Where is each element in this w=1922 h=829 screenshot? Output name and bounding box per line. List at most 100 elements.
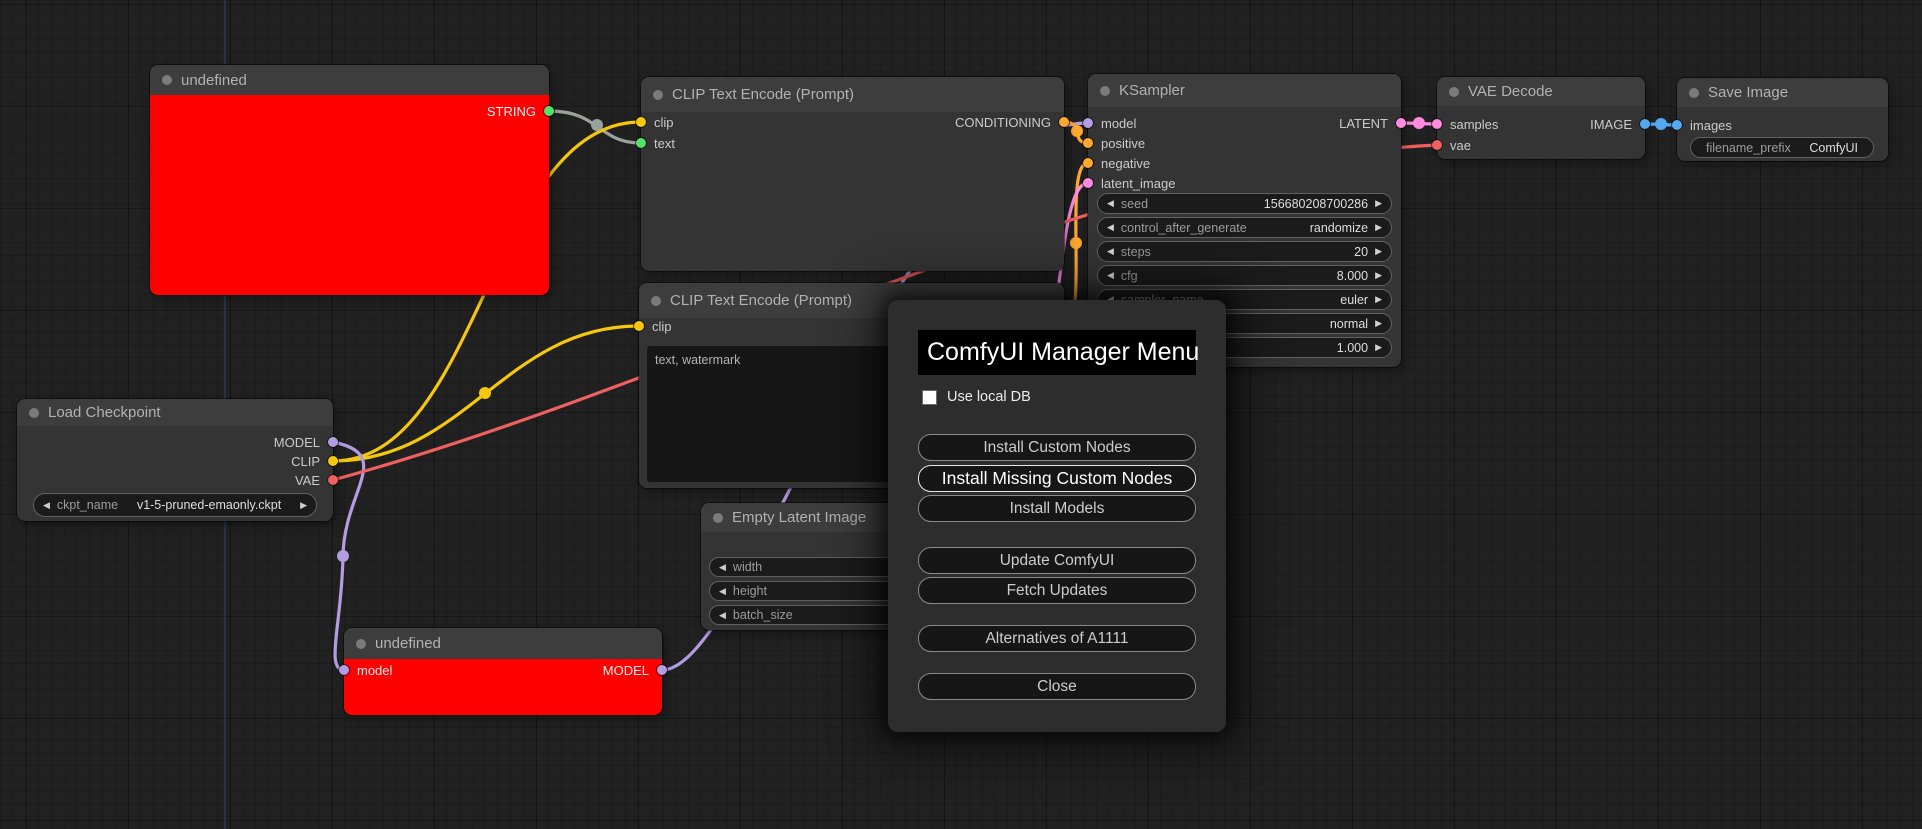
node-title: undefined [181, 71, 247, 89]
port-dot[interactable] [634, 321, 644, 331]
widget-steps[interactable]: ◀ steps 20 ▶ [1097, 241, 1392, 262]
port-dot[interactable] [544, 106, 554, 116]
port-dot[interactable] [328, 437, 338, 447]
port-dot[interactable] [1083, 118, 1093, 128]
input-port-text[interactable]: text [636, 135, 675, 151]
node-title: Empty Latent Image [732, 509, 867, 526]
port-dot[interactable] [1432, 140, 1442, 150]
stepper-right-icon[interactable]: ▶ [1375, 198, 1382, 209]
node-collapse-dot[interactable] [653, 89, 663, 100]
port-dot[interactable] [1083, 158, 1093, 168]
widget-ckpt-name[interactable]: ◀ ckpt_name v1-5-pruned-emaonly.ckpt ▶ [33, 493, 317, 517]
stepper-right-icon[interactable]: ▶ [1375, 318, 1382, 329]
port-dot[interactable] [339, 665, 349, 675]
input-port-images[interactable]: images [1672, 117, 1732, 133]
node-collapse-dot[interactable] [713, 512, 723, 523]
node-collapse-dot[interactable] [162, 75, 172, 85]
port-dot[interactable] [636, 117, 646, 127]
stepper-right-icon[interactable]: ▶ [1375, 294, 1382, 305]
node-collapse-dot[interactable] [29, 407, 39, 418]
node-collapse-dot[interactable] [1449, 86, 1459, 97]
input-port-positive[interactable]: positive [1083, 135, 1145, 151]
stepper-left-icon[interactable]: ◀ [1107, 246, 1114, 257]
output-port-model[interactable]: MODEL [603, 662, 667, 678]
stepper-left-icon[interactable]: ◀ [1107, 222, 1114, 233]
link-midpoint-dot[interactable] [1070, 237, 1082, 249]
stepper-right-icon[interactable]: ▶ [1375, 342, 1382, 353]
input-port-model[interactable]: model [1083, 115, 1136, 131]
button-install-models[interactable]: Install Models [918, 495, 1196, 522]
port-dot[interactable] [328, 456, 338, 466]
stepper-left-icon[interactable]: ◀ [719, 562, 726, 573]
widget-filename-prefix[interactable]: filename_prefix ComfyUI [1690, 137, 1874, 158]
node-undefined-top[interactable]: undefined STRING [150, 65, 554, 295]
port-dot[interactable] [1672, 120, 1682, 130]
input-port-clip[interactable]: clip [634, 318, 672, 334]
port-dot[interactable] [657, 665, 667, 675]
link-midpoint-dot[interactable] [337, 550, 349, 562]
node-undefined-bottom[interactable]: undefined model MODEL [339, 628, 667, 715]
dialog-title: ComfyUI Manager Menu [918, 330, 1199, 375]
port-dot[interactable] [1640, 119, 1650, 129]
widget-cfg[interactable]: ◀ cfg 8.000 ▶ [1097, 265, 1392, 286]
link-midpoint-dot[interactable] [1655, 118, 1667, 130]
node-title: VAE Decode [1468, 83, 1553, 100]
node-clip-text-encode-1[interactable]: CLIP Text Encode (Prompt) clip text COND… [636, 77, 1069, 271]
node-title: CLIP Text Encode (Prompt) [672, 86, 855, 103]
node-collapse-dot[interactable] [1100, 85, 1110, 96]
node-collapse-dot[interactable] [1689, 87, 1699, 98]
port-dot[interactable] [1059, 117, 1069, 127]
stepper-left-icon[interactable]: ◀ [719, 610, 726, 621]
node-title: CLIP Text Encode (Prompt) [670, 292, 853, 309]
port-dot[interactable] [1083, 178, 1093, 188]
link-midpoint-dot[interactable] [1071, 125, 1083, 137]
input-port-model[interactable]: model [339, 662, 392, 678]
node-collapse-dot[interactable] [356, 638, 366, 649]
output-port-model[interactable]: MODEL [274, 434, 338, 450]
button-close[interactable]: Close [918, 673, 1196, 700]
node-vae-decode[interactable]: VAE Decode samples vae IMAGE [1432, 77, 1650, 159]
link-midpoint-dot[interactable] [591, 119, 603, 131]
button-install-missing-custom-nodes[interactable]: Install Missing Custom Nodes [918, 465, 1196, 492]
use-local-db-row[interactable]: Use local DB [922, 389, 1031, 405]
input-port-latent-image[interactable]: latent_image [1083, 175, 1175, 191]
stepper-left-icon[interactable]: ◀ [43, 500, 50, 511]
output-port-string[interactable]: STRING [487, 103, 554, 119]
use-local-db-label: Use local DB [947, 389, 1031, 405]
button-alternatives-a1111[interactable]: Alternatives of A1111 [918, 625, 1196, 652]
input-port-clip[interactable]: clip [636, 114, 674, 130]
link-midpoint-dot[interactable] [479, 387, 491, 399]
node-collapse-dot[interactable] [651, 295, 661, 306]
port-dot[interactable] [1396, 118, 1406, 128]
use-local-db-checkbox[interactable] [922, 389, 937, 405]
input-port-samples[interactable]: samples [1432, 116, 1498, 132]
stepper-right-icon[interactable]: ▶ [1375, 222, 1382, 233]
port-dot[interactable] [1432, 119, 1442, 129]
port-dot[interactable] [1083, 138, 1093, 148]
output-port-image[interactable]: IMAGE [1590, 116, 1650, 132]
port-dot[interactable] [636, 138, 646, 148]
node-save-image[interactable]: Save Image images filename_prefix ComfyU… [1672, 78, 1888, 161]
stepper-left-icon[interactable]: ◀ [719, 586, 726, 597]
output-port-latent[interactable]: LATENT [1339, 115, 1406, 131]
stepper-left-icon[interactable]: ◀ [1107, 198, 1114, 209]
output-port-conditioning[interactable]: CONDITIONING [955, 114, 1069, 130]
button-install-custom-nodes[interactable]: Install Custom Nodes [918, 434, 1196, 461]
input-port-vae[interactable]: vae [1432, 137, 1471, 153]
button-fetch-updates[interactable]: Fetch Updates [918, 577, 1196, 604]
node-title: undefined [375, 635, 441, 652]
widget-seed[interactable]: ◀ seed 156680208700286 ▶ [1097, 193, 1392, 214]
input-port-negative[interactable]: negative [1083, 155, 1150, 171]
stepper-right-icon[interactable]: ▶ [300, 500, 307, 511]
output-port-vae[interactable]: VAE [295, 472, 338, 488]
stepper-right-icon[interactable]: ▶ [1375, 246, 1382, 257]
button-update-comfyui[interactable]: Update ComfyUI [918, 547, 1196, 574]
link-midpoint-dot[interactable] [1413, 117, 1425, 129]
node-load-checkpoint[interactable]: Load Checkpoint MODEL CLIP VAE ◀ ckpt_na… [17, 399, 338, 521]
port-dot[interactable] [328, 475, 338, 485]
stepper-left-icon[interactable]: ◀ [1107, 270, 1114, 281]
widget-control-after-generate[interactable]: ◀ control_after_generate randomize ▶ [1097, 217, 1392, 238]
stepper-right-icon[interactable]: ▶ [1375, 270, 1382, 281]
output-port-clip[interactable]: CLIP [291, 453, 338, 469]
node-title: KSampler [1119, 82, 1185, 99]
